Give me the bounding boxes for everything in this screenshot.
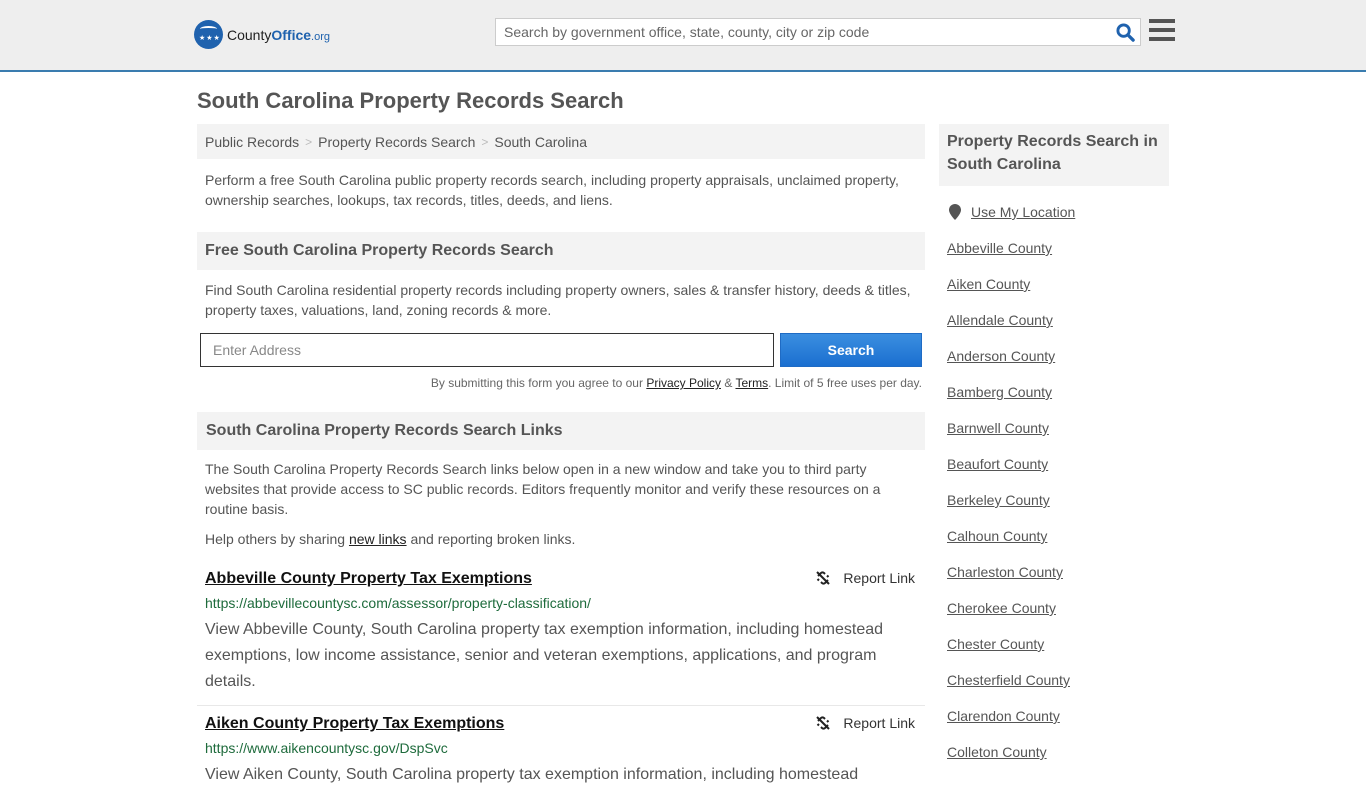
logo-text-county: County bbox=[227, 26, 272, 43]
sidebar-county-link[interactable]: Clarendon County bbox=[947, 706, 1169, 742]
address-search-button[interactable]: Search bbox=[780, 333, 922, 367]
report-link-label: Report Link bbox=[843, 570, 915, 586]
use-my-location[interactable]: Use My Location bbox=[947, 202, 1169, 222]
links-section-heading: South Carolina Property Records Search L… bbox=[197, 412, 925, 450]
search-icon[interactable] bbox=[1110, 19, 1140, 45]
site-logo[interactable]: ★★★ CountyOffice.org bbox=[194, 20, 330, 49]
sidebar-county-link[interactable]: Chesterfield County bbox=[947, 670, 1169, 706]
site-header: ★★★ CountyOffice.org bbox=[0, 0, 1366, 72]
broken-link-icon bbox=[816, 716, 831, 730]
result-url: https://abbevillecountysc.com/assessor/p… bbox=[205, 595, 591, 611]
intro-text: Perform a free South Carolina public pro… bbox=[205, 172, 899, 208]
report-link-button[interactable]: Report Link bbox=[815, 715, 915, 731]
sidebar-county-link[interactable]: Cherokee County bbox=[947, 598, 1169, 634]
sidebar-county-link[interactable]: Charleston County bbox=[947, 562, 1169, 598]
result-description: View Abbeville County, South Carolina pr… bbox=[205, 621, 884, 690]
links-section-description: The South Carolina Property Records Sear… bbox=[205, 461, 881, 517]
privacy-policy-link[interactable]: Privacy Policy bbox=[646, 376, 721, 390]
address-search-form: Search bbox=[197, 333, 925, 367]
breadcrumb-property-records-search[interactable]: Property Records Search bbox=[318, 134, 475, 150]
sidebar-county-link[interactable]: Chester County bbox=[947, 634, 1169, 670]
sidebar-county-link[interactable]: Barnwell County bbox=[947, 418, 1169, 454]
sidebar-county-link[interactable]: Bamberg County bbox=[947, 382, 1169, 418]
page-title: South Carolina Property Records Search bbox=[197, 88, 624, 113]
breadcrumb-separator: > bbox=[305, 134, 313, 149]
result-divider bbox=[197, 705, 925, 706]
result-title-link[interactable]: Aiken County Property Tax Exemptions bbox=[205, 715, 504, 732]
sidebar-county-link[interactable]: Allendale County bbox=[947, 310, 1169, 346]
sidebar-county-link[interactable]: Anderson County bbox=[947, 346, 1169, 382]
report-link-button[interactable]: Report Link bbox=[815, 570, 915, 586]
result-item: Aiken County Property Tax Exemptions Rep… bbox=[197, 715, 925, 788]
sidebar-county-link[interactable]: Aiken County bbox=[947, 274, 1169, 310]
use-my-location-link[interactable]: Use My Location bbox=[971, 202, 1075, 222]
hamburger-menu-icon[interactable] bbox=[1149, 19, 1175, 43]
county-list: Use My Location Abbeville County Aiken Co… bbox=[939, 202, 1169, 778]
report-link-label: Report Link bbox=[843, 715, 915, 731]
sidebar-heading: Property Records Search in South Carolin… bbox=[939, 124, 1169, 186]
county-links: Abbeville County Aiken County Allendale Co… bbox=[947, 238, 1169, 778]
site-search-input[interactable] bbox=[496, 19, 1110, 45]
form-disclaimer: By submitting this form you agree to our… bbox=[197, 376, 925, 390]
new-links-link[interactable]: new links bbox=[349, 531, 407, 547]
sidebar-county-link[interactable]: Calhoun County bbox=[947, 526, 1169, 562]
result-item: Abbeville County Property Tax Exemptions… bbox=[197, 570, 925, 695]
result-description: View Aiken County, South Carolina proper… bbox=[205, 766, 859, 783]
help-prefix: Help others by sharing bbox=[205, 531, 349, 547]
result-url: https://www.aikencountysc.gov/DspSvc bbox=[205, 740, 448, 756]
breadcrumb-public-records[interactable]: Public Records bbox=[205, 134, 299, 150]
free-search-heading: Free South Carolina Property Records Sea… bbox=[197, 232, 925, 270]
map-pin-icon bbox=[949, 204, 961, 220]
sidebar-county-link[interactable]: Colleton County bbox=[947, 742, 1169, 778]
sidebar-county-link[interactable]: Beaufort County bbox=[947, 454, 1169, 490]
help-text: Help others by sharing new links and rep… bbox=[197, 529, 925, 549]
result-title: Abbeville County Property Tax Exemptions bbox=[205, 570, 917, 588]
terms-link[interactable]: Terms bbox=[735, 376, 768, 390]
logo-text-tld: .org bbox=[311, 30, 331, 43]
main-content: Public Records > Property Records Search… bbox=[197, 124, 925, 788]
broken-link-icon bbox=[816, 571, 831, 585]
result-title: Aiken County Property Tax Exemptions bbox=[205, 715, 917, 733]
disclaimer-text: By submitting this form you agree to our bbox=[430, 376, 647, 390]
breadcrumb: Public Records > Property Records Search… bbox=[197, 124, 925, 159]
sidebar-county-link[interactable]: Abbeville County bbox=[947, 238, 1169, 274]
free-search-description: Find South Carolina residential property… bbox=[205, 282, 911, 318]
result-title-link[interactable]: Abbeville County Property Tax Exemptions bbox=[205, 570, 532, 587]
breadcrumb-separator: > bbox=[481, 134, 489, 149]
address-input[interactable] bbox=[200, 333, 774, 367]
disclaimer-amp: & bbox=[721, 376, 736, 390]
sidebar-county-link[interactable]: Berkeley County bbox=[947, 490, 1169, 526]
breadcrumb-current: South Carolina bbox=[494, 133, 587, 150]
sidebar: Property Records Search in South Carolin… bbox=[939, 124, 1169, 778]
logo-text-office: Office bbox=[271, 26, 312, 43]
help-suffix: and reporting broken links. bbox=[406, 531, 576, 547]
logo-eagle-icon: ★★★ bbox=[194, 20, 223, 49]
disclaimer-limit: . Limit of 5 free uses per day. bbox=[768, 376, 922, 390]
site-search bbox=[495, 18, 1141, 46]
